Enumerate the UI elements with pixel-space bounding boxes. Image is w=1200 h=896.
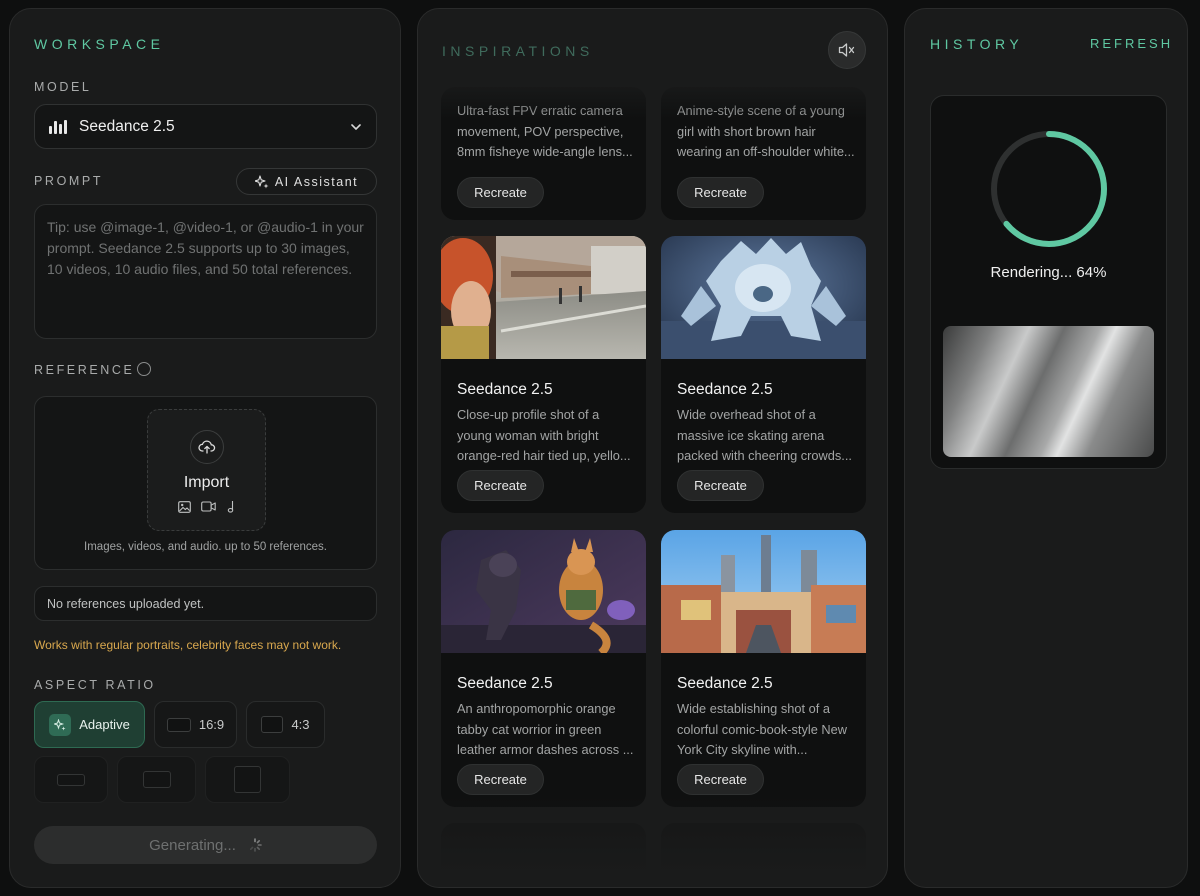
- inspiration-card[interactable]: Seedance 2.5 Close-up profile shot of a …: [441, 236, 646, 513]
- aspect-square-button[interactable]: [205, 756, 290, 803]
- music-note-icon: [227, 501, 233, 513]
- sparkles-icon: [49, 713, 72, 736]
- scroll-fade-top: [418, 79, 887, 119]
- recreate-button[interactable]: Recreate: [457, 177, 544, 208]
- refresh-button[interactable]: REFRESH: [1090, 36, 1173, 51]
- aspect-16-9-button[interactable]: 16:9: [154, 701, 237, 748]
- bars-icon: [49, 119, 67, 134]
- inspirations-title: INSPIRATIONS: [442, 43, 594, 59]
- card-description: An anthropomorphic orange tabby cat worr…: [457, 701, 634, 757]
- inspiration-card[interactable]: Seedance 2.5 Wide overhead shot of a mas…: [661, 236, 866, 513]
- card-thumbnail: [661, 236, 866, 359]
- info-icon[interactable]: [137, 362, 151, 376]
- card-thumbnail: [441, 236, 646, 359]
- recreate-button[interactable]: Recreate: [457, 470, 544, 501]
- aspect-ratio-label: ASPECT RATIO: [34, 678, 156, 692]
- workspace-panel: WORKSPACE MODEL Seedance 2.5 PROMPT AI A…: [9, 8, 401, 888]
- cloud-upload-icon: [189, 430, 224, 464]
- spinner-icon: [249, 838, 262, 852]
- card-description: Wide establishing shot of a colorful com…: [677, 701, 847, 757]
- ratio-shape-icon: [234, 766, 261, 793]
- aspect-adaptive-label: Adaptive: [79, 717, 130, 732]
- inspirations-panel: INSPIRATIONS Ultra-fast FPV erratic came…: [417, 8, 888, 888]
- generate-label: Generating...: [149, 836, 236, 854]
- model-select[interactable]: Seedance 2.5: [34, 104, 377, 149]
- card-title: Seedance 2.5: [457, 381, 553, 398]
- recreate-button[interactable]: Recreate: [457, 764, 544, 795]
- workspace-title: WORKSPACE: [34, 36, 165, 52]
- model-label: MODEL: [34, 80, 92, 94]
- scroll-fade-bottom: [418, 797, 887, 887]
- aspect-landscape-button[interactable]: [117, 756, 196, 803]
- chevron-down-icon: [351, 123, 361, 130]
- reference-label: REFERENCE: [34, 363, 135, 377]
- card-title: Seedance 2.5: [677, 381, 773, 398]
- recreate-button[interactable]: Recreate: [677, 177, 764, 208]
- aspect-adaptive-button[interactable]: Adaptive: [34, 701, 145, 748]
- card-title: Seedance 2.5: [457, 675, 553, 692]
- sparkles-icon: [254, 174, 269, 188]
- video-icon: [200, 501, 216, 512]
- aspect-16-9-label: 16:9: [198, 717, 225, 732]
- import-button[interactable]: Import: [147, 409, 266, 531]
- portrait-warning: Works with regular portraits, celebrity …: [34, 638, 342, 652]
- ai-assistant-label: AI Assistant: [274, 174, 359, 189]
- import-label: Import: [183, 474, 230, 491]
- mute-button[interactable]: [828, 31, 866, 69]
- ratio-shape-icon: [261, 716, 284, 733]
- aspect-4-3-label: 4:3: [291, 717, 310, 732]
- ai-assistant-button[interactable]: AI Assistant: [236, 168, 377, 195]
- model-value: Seedance 2.5: [79, 117, 175, 135]
- inspiration-card[interactable]: Seedance 2.5 An anthropomorphic orange t…: [441, 530, 646, 807]
- recreate-button[interactable]: Recreate: [677, 470, 764, 501]
- prompt-label: PROMPT: [34, 174, 104, 188]
- history-title: HISTORY: [930, 36, 1024, 52]
- no-references-message: No references uploaded yet.: [34, 586, 377, 621]
- card-title: Seedance 2.5: [677, 675, 773, 692]
- render-status: Rendering... 64%: [990, 264, 1107, 281]
- recreate-button[interactable]: Recreate: [677, 764, 764, 795]
- history-item[interactable]: Rendering... 64%: [930, 95, 1167, 469]
- ratio-shape-icon: [166, 717, 191, 732]
- prompt-input[interactable]: Tip: use @image-1, @video-1, or @audio-1…: [34, 204, 377, 339]
- ratio-shape-icon: [142, 771, 171, 788]
- progress-ring: [991, 131, 1107, 247]
- reference-dropzone[interactable]: Import Images, videos, and audio. up to …: [34, 396, 377, 570]
- card-thumbnail: [441, 530, 646, 653]
- ratio-shape-icon: [57, 773, 85, 786]
- card-description: Wide overhead shot of a massive ice skat…: [677, 407, 852, 463]
- inspiration-card[interactable]: Seedance 2.5 Wide establishing shot of a…: [661, 530, 866, 807]
- card-description: Close-up profile shot of a young woman w…: [457, 407, 631, 463]
- generate-button[interactable]: Generating...: [34, 826, 377, 864]
- render-preview-placeholder: [943, 326, 1154, 457]
- aspect-4-3-button[interactable]: 4:3: [246, 701, 325, 748]
- reference-note: Images, videos, and audio. up to 50 refe…: [84, 541, 327, 553]
- history-panel: HISTORY REFRESH Rendering... 64%: [904, 8, 1188, 888]
- card-thumbnail: [661, 530, 866, 653]
- image-icon: [177, 500, 191, 513]
- aspect-wide-button[interactable]: [34, 756, 108, 803]
- mute-icon: [838, 43, 855, 57]
